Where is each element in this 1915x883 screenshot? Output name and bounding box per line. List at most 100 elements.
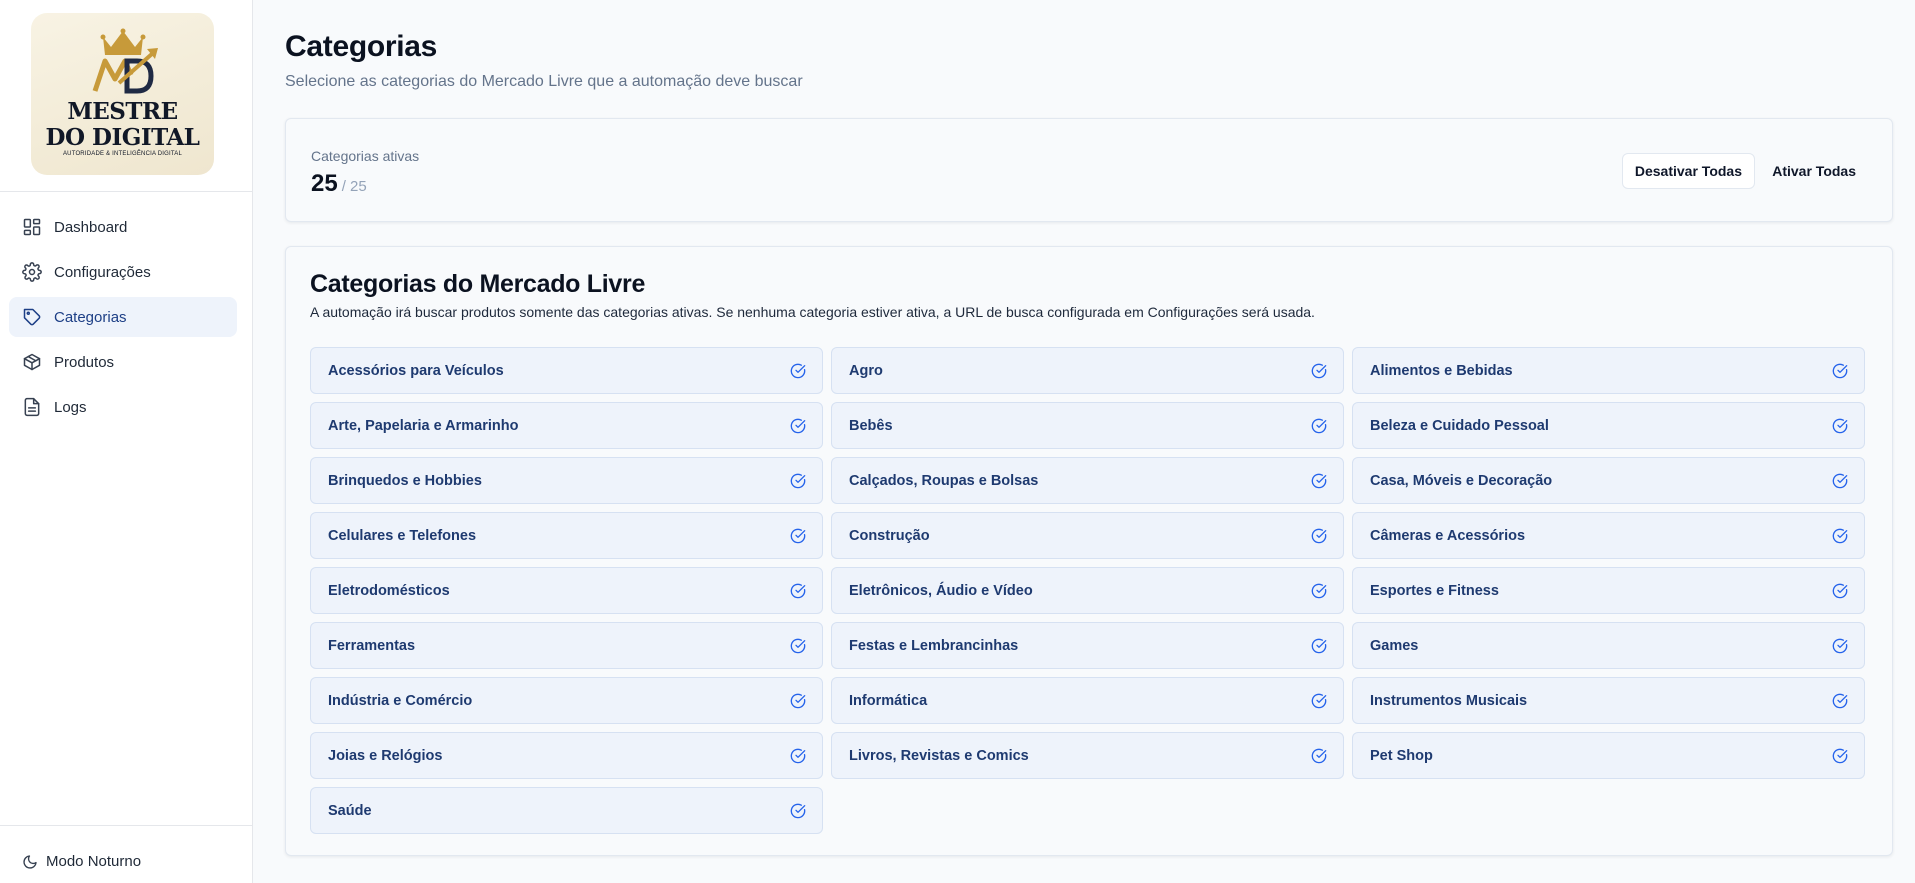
check-circle-icon bbox=[790, 693, 806, 709]
activate-all-button[interactable]: Ativar Todas bbox=[1772, 153, 1856, 189]
active-categories-card: Categorias ativas 25/ 25 Desativar Todas… bbox=[285, 118, 1893, 222]
page-title: Categorias bbox=[285, 30, 438, 63]
category-label: Agro bbox=[849, 362, 883, 379]
gear-icon bbox=[22, 262, 42, 282]
check-circle-icon bbox=[1311, 748, 1327, 764]
check-circle-icon bbox=[1311, 528, 1327, 544]
sidebar-item-dashboard[interactable]: Dashboard bbox=[9, 207, 237, 247]
category-toggle[interactable]: Festas e Lembrancinhas bbox=[831, 622, 1344, 669]
sidebar-item-logs[interactable]: Logs bbox=[9, 387, 237, 427]
sidebar-item-label: Produtos bbox=[54, 353, 115, 371]
category-toggle[interactable]: Câmeras e Acessórios bbox=[1352, 512, 1865, 559]
category-label: Construção bbox=[849, 527, 930, 544]
category-label: Livros, Revistas e Comics bbox=[849, 747, 1029, 764]
category-toggle[interactable]: Eletrônicos, Áudio e Vídeo bbox=[831, 567, 1344, 614]
sidebar-item-label: Categorias bbox=[54, 308, 127, 326]
category-toggle[interactable]: Beleza e Cuidado Pessoal bbox=[1352, 402, 1865, 449]
sidebar-item-produtos[interactable]: Produtos bbox=[9, 342, 237, 382]
sidebar-item-configuracoes[interactable]: Configurações bbox=[9, 252, 237, 292]
sidebar-nav: Dashboard Configurações Categorias Produ… bbox=[9, 207, 237, 432]
check-circle-icon bbox=[1832, 583, 1848, 599]
category-toggle[interactable]: Joias e Relógios bbox=[310, 732, 823, 779]
categories-card: Categorias do Mercado Livre A automação … bbox=[285, 246, 1893, 856]
categories-grid: Acessórios para Veículos Agro Alimentos e … bbox=[310, 347, 1866, 834]
check-circle-icon bbox=[1311, 693, 1327, 709]
check-circle-icon bbox=[790, 363, 806, 379]
check-circle-icon bbox=[1311, 363, 1327, 379]
moon-icon bbox=[22, 854, 38, 870]
logo-area: MESTRE DO DIGITAL AUTORIDADE & INTELIGÊN… bbox=[0, 0, 252, 192]
category-toggle[interactable]: Casa, Móveis e Decoração bbox=[1352, 457, 1865, 504]
category-toggle[interactable]: Brinquedos e Hobbies bbox=[310, 457, 823, 504]
dark-mode-label: Modo Noturno bbox=[46, 853, 142, 870]
category-toggle[interactable]: Pet Shop bbox=[1352, 732, 1865, 779]
category-toggle[interactable]: Livros, Revistas e Comics bbox=[831, 732, 1344, 779]
categories-title: Categorias do Mercado Livre bbox=[310, 270, 646, 298]
package-icon bbox=[22, 352, 42, 372]
total-count: / 25 bbox=[341, 178, 367, 195]
check-circle-icon bbox=[1832, 418, 1848, 434]
sidebar: MESTRE DO DIGITAL AUTORIDADE & INTELIGÊN… bbox=[0, 0, 253, 883]
sidebar-item-label: Logs bbox=[54, 398, 87, 416]
category-label: Indústria e Comércio bbox=[328, 692, 473, 709]
category-toggle[interactable]: Acessórios para Veículos bbox=[310, 347, 823, 394]
category-toggle[interactable]: Calçados, Roupas e Bolsas bbox=[831, 457, 1344, 504]
category-label: Calçados, Roupas e Bolsas bbox=[849, 472, 1039, 489]
category-toggle[interactable]: Indústria e Comércio bbox=[310, 677, 823, 724]
check-circle-icon bbox=[790, 528, 806, 544]
category-toggle[interactable]: Saúde bbox=[310, 787, 823, 834]
check-circle-icon bbox=[790, 583, 806, 599]
sidebar-item-label: Configurações bbox=[54, 263, 151, 281]
active-count: 25 bbox=[311, 170, 338, 197]
logo-subtitle: AUTORIDADE & INTELIGÊNCIA DIGITAL bbox=[62, 151, 183, 157]
category-label: Festas e Lembrancinhas bbox=[849, 637, 1019, 654]
check-circle-icon bbox=[1832, 748, 1848, 764]
category-toggle[interactable]: Bebês bbox=[831, 402, 1344, 449]
category-label: Acessórios para Veículos bbox=[328, 362, 504, 379]
check-circle-icon bbox=[1832, 473, 1848, 489]
category-toggle[interactable]: Alimentos e Bebidas bbox=[1352, 347, 1865, 394]
category-label: Alimentos e Bebidas bbox=[1370, 362, 1513, 379]
category-label: Brinquedos e Hobbies bbox=[328, 472, 482, 489]
check-circle-icon bbox=[1311, 473, 1327, 489]
category-label: Saúde bbox=[328, 802, 372, 819]
category-toggle[interactable]: Arte, Papelaria e Armarinho bbox=[310, 402, 823, 449]
check-circle-icon bbox=[1832, 693, 1848, 709]
category-toggle[interactable]: Instrumentos Musicais bbox=[1352, 677, 1865, 724]
category-toggle[interactable]: Eletrodomésticos bbox=[310, 567, 823, 614]
check-circle-icon bbox=[1832, 363, 1848, 379]
category-toggle[interactable]: Esportes e Fitness bbox=[1352, 567, 1865, 614]
category-toggle[interactable]: Celulares e Telefones bbox=[310, 512, 823, 559]
check-circle-icon bbox=[1832, 528, 1848, 544]
dark-mode-toggle[interactable]: Modo Noturno bbox=[0, 825, 253, 883]
active-categories-count: 25/ 25 bbox=[311, 170, 367, 198]
category-label: Joias e Relógios bbox=[328, 747, 443, 764]
category-label: Bebês bbox=[849, 417, 893, 434]
check-circle-icon bbox=[790, 418, 806, 434]
category-toggle[interactable]: Informática bbox=[831, 677, 1344, 724]
file-icon bbox=[22, 397, 42, 417]
brand-logo[interactable]: MESTRE DO DIGITAL AUTORIDADE & INTELIGÊN… bbox=[31, 13, 214, 175]
check-circle-icon bbox=[1311, 638, 1327, 654]
sidebar-item-categorias[interactable]: Categorias bbox=[9, 297, 237, 337]
check-circle-icon bbox=[1832, 638, 1848, 654]
check-circle-icon bbox=[790, 638, 806, 654]
deactivate-all-button[interactable]: Desativar Todas bbox=[1621, 153, 1755, 189]
category-label: Eletrônicos, Áudio e Vídeo bbox=[849, 582, 1033, 599]
category-label: Ferramentas bbox=[328, 637, 416, 654]
category-label: Beleza e Cuidado Pessoal bbox=[1370, 417, 1549, 434]
category-label: Instrumentos Musicais bbox=[1370, 692, 1528, 709]
active-categories-label: Categorias ativas bbox=[311, 148, 420, 164]
category-toggle[interactable]: Construção bbox=[831, 512, 1344, 559]
page-subtitle: Selecione as categorias do Mercado Livre… bbox=[285, 73, 803, 90]
categories-description: A automação irá buscar produtos somente … bbox=[310, 304, 1315, 320]
check-circle-icon bbox=[1311, 583, 1327, 599]
category-label: Casa, Móveis e Decoração bbox=[1370, 472, 1553, 489]
category-label: Esportes e Fitness bbox=[1370, 582, 1499, 599]
sidebar-item-label: Dashboard bbox=[54, 218, 128, 236]
category-toggle[interactable]: Games bbox=[1352, 622, 1865, 669]
category-label: Arte, Papelaria e Armarinho bbox=[328, 417, 519, 434]
category-toggle[interactable]: Agro bbox=[831, 347, 1344, 394]
category-label: Câmeras e Acessórios bbox=[1370, 527, 1526, 544]
category-toggle[interactable]: Ferramentas bbox=[310, 622, 823, 669]
